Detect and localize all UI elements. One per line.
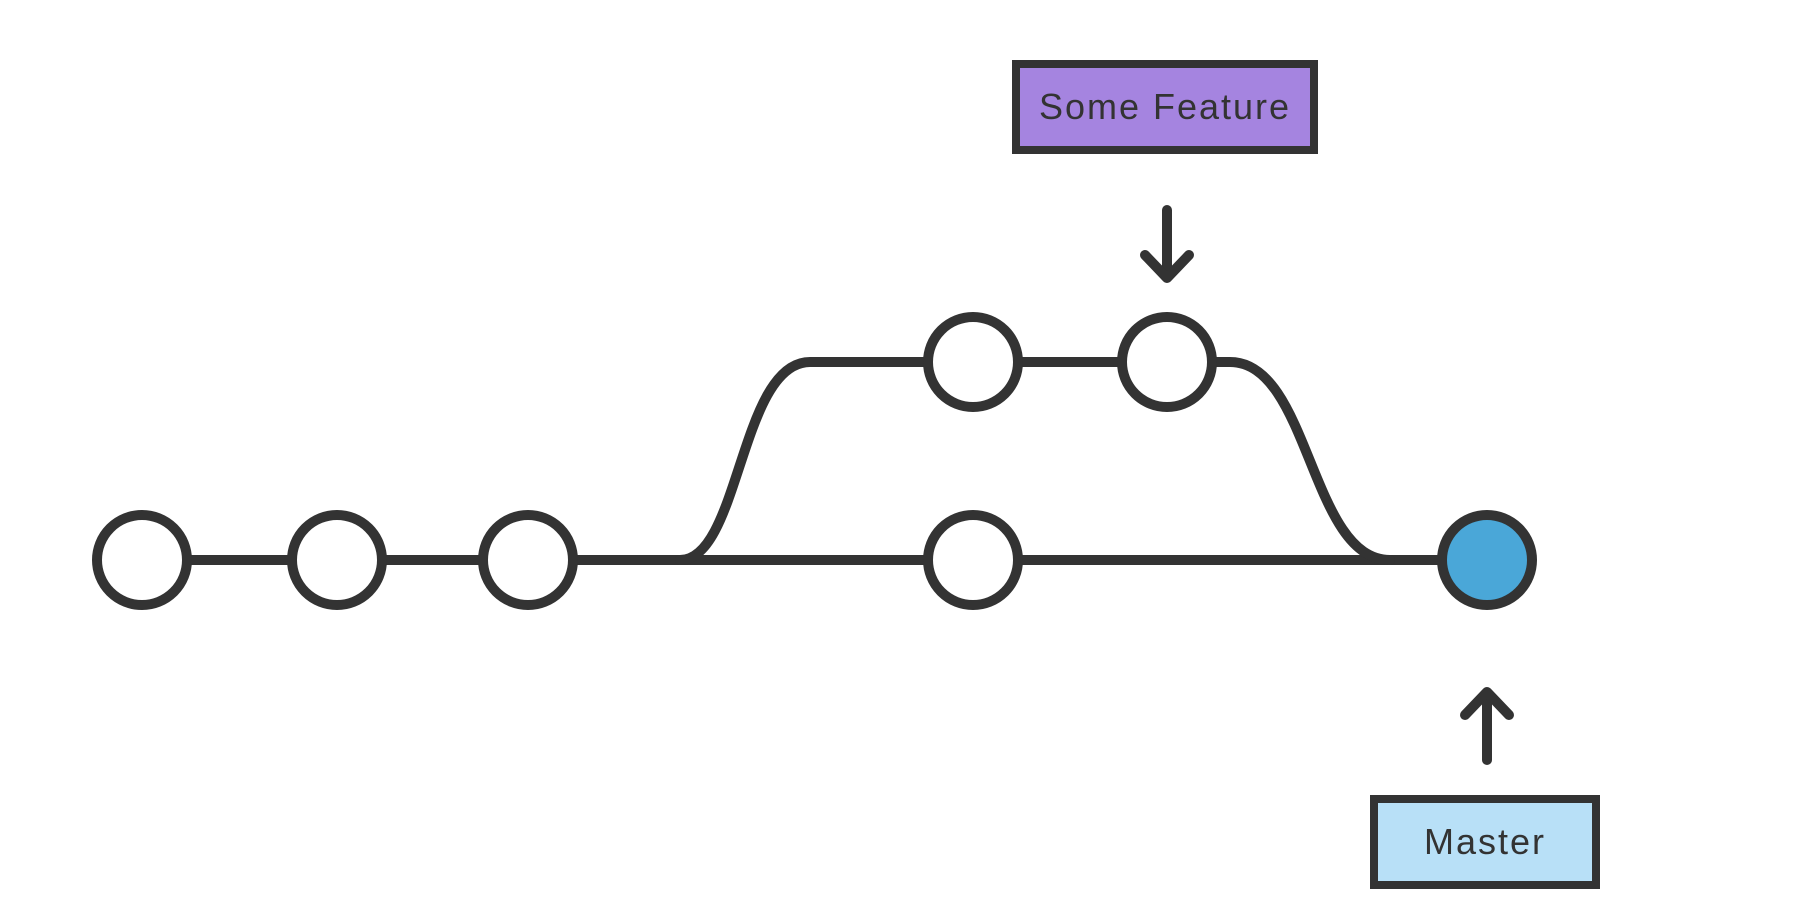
- arrow-down-icon: [1145, 210, 1189, 278]
- commit-node: [1122, 317, 1212, 407]
- arrow-up-icon: [1465, 692, 1509, 760]
- commit-node: [928, 317, 1018, 407]
- feature-branch-label: Some Feature: [1012, 60, 1318, 154]
- commit-node: [928, 515, 1018, 605]
- feature-branch-path: [680, 362, 1390, 560]
- commit-node: [292, 515, 382, 605]
- master-label-text: Master: [1424, 821, 1546, 863]
- git-branch-diagram: Some Feature Master: [0, 0, 1793, 916]
- master-branch-label: Master: [1370, 795, 1600, 889]
- commit-node: [483, 515, 573, 605]
- feature-label-text: Some Feature: [1039, 86, 1291, 128]
- commit-node: [97, 515, 187, 605]
- diagram-svg: [0, 0, 1793, 916]
- merge-commit-node: [1442, 515, 1532, 605]
